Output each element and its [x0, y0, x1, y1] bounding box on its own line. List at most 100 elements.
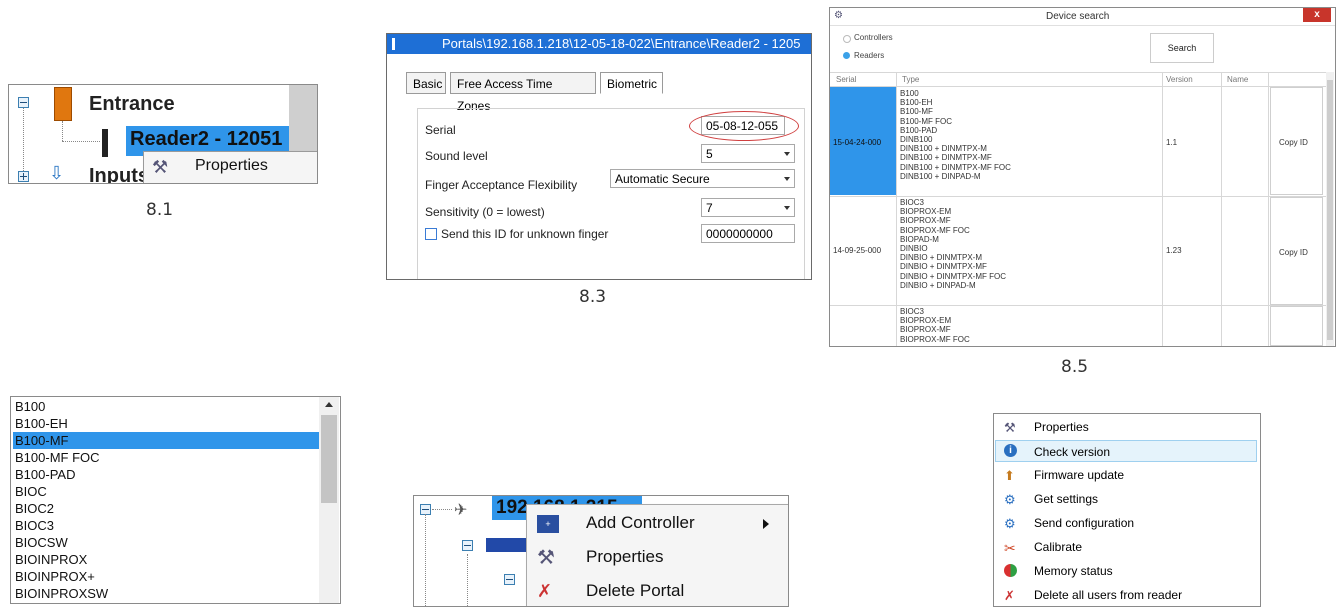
type-line: BIOPAD-M	[900, 234, 939, 244]
list-item[interactable]: B100	[13, 398, 319, 415]
menu-item-label: Properties	[1034, 420, 1089, 434]
scrollbar[interactable]	[1326, 72, 1334, 346]
grid-line	[830, 305, 1326, 306]
type-line: BIOPROX-EM	[900, 207, 952, 217]
sound-level-label: Sound level	[425, 149, 488, 163]
type-line: BIOC3	[900, 198, 925, 207]
copy-id-label: Copy ID	[1279, 248, 1308, 257]
context-menu-8-1: ⚒ Properties	[143, 151, 317, 183]
list-item[interactable]: BIOC2	[13, 500, 319, 517]
tree-connector	[432, 509, 452, 510]
caption-8-3: 8.3	[579, 287, 607, 307]
type-line: BIOC3	[900, 307, 925, 316]
search-button[interactable]: Search	[1150, 33, 1214, 63]
app-icon	[392, 38, 395, 50]
type-line: BIOPROX-MF FOC	[900, 334, 970, 344]
menu-item-delete-all-users[interactable]: ✗ Delete all users from reader	[995, 584, 1257, 606]
row2-types: BIOC3 BIOPROX-EM BIOPROX-MF BIOPROX-MF F…	[900, 198, 1006, 290]
finger-flex-label: Finger Acceptance Flexibility	[425, 178, 578, 192]
menu-item-calibrate[interactable]: ✂ Calibrate	[995, 536, 1257, 558]
tools-icon: ⚒	[1004, 420, 1016, 435]
device-search-title: Device search	[1046, 11, 1110, 22]
col-serial: Serial	[836, 75, 857, 84]
row1-serial: 15-04-24-000	[833, 138, 882, 147]
tab-biometric[interactable]: Biometric	[600, 72, 663, 94]
menu-item-send-configuration[interactable]: ⚙ Send configuration	[995, 512, 1257, 534]
copy-id-button[interactable]: Copy ID	[1270, 197, 1323, 305]
tree-node-entrance[interactable]: Entrance	[89, 93, 175, 116]
unknown-finger-id-field[interactable]: 0000000000	[701, 224, 795, 243]
collapse-toggle-entrance[interactable]	[18, 97, 29, 108]
tree-node-inputs[interactable]: Inputs	[89, 165, 149, 183]
scroll-up-icon[interactable]	[325, 402, 333, 407]
caption-8-1: 8.1	[146, 200, 174, 220]
expand-toggle-inputs[interactable]	[18, 171, 29, 182]
tools-icon: ⚒	[537, 547, 555, 569]
type-line: DINB100 + DINMTPX-M	[900, 144, 987, 154]
scrollbar[interactable]	[319, 397, 339, 603]
tree-connector	[62, 141, 100, 142]
submenu-arrow-icon	[763, 519, 769, 529]
list-item[interactable]: BIOCSW	[13, 534, 319, 551]
tree-connector	[23, 103, 24, 175]
type-line: B100-EH	[900, 98, 933, 108]
reader-type-list: B100 B100-EH B100-MF B100-MF FOC B100-PA…	[10, 396, 341, 604]
sound-level-select[interactable]: 5	[701, 144, 795, 163]
tab-free-access-time-zones[interactable]: Free Access Time Zones	[450, 72, 596, 113]
collapse-toggle-door[interactable]	[504, 574, 515, 585]
tree-node-reader-label: Reader2 - 12051	[130, 128, 283, 150]
delete-users-icon: ✗	[1004, 588, 1015, 603]
radio-readers[interactable]	[843, 52, 850, 59]
type-line: DINBIO	[900, 244, 928, 254]
list-item[interactable]: B100-EH	[13, 415, 319, 432]
send-configuration-icon: ⚙	[1004, 516, 1016, 531]
menu-item-delete-portal[interactable]: Delete Portal	[586, 581, 684, 601]
tree-connector	[62, 121, 63, 141]
menu-item-memory-status[interactable]: Memory status	[995, 560, 1257, 582]
chevron-down-icon	[784, 177, 790, 181]
menu-item-get-settings[interactable]: ⚙ Get settings	[995, 488, 1257, 510]
scrollbar-thumb[interactable]	[1327, 80, 1333, 340]
list-item[interactable]: B100-PAD	[13, 466, 319, 483]
close-button[interactable]: x	[1303, 8, 1331, 22]
scrollbar-thumb[interactable]	[321, 415, 337, 503]
unknown-finger-checkbox[interactable]	[425, 228, 437, 240]
menu-item-firmware-update[interactable]: ⬆ Firmware update	[995, 464, 1257, 486]
copy-id-button[interactable]	[1270, 306, 1323, 346]
list-item[interactable]: BIOINPROXSW	[13, 585, 319, 602]
collapse-toggle-controller[interactable]	[462, 540, 473, 551]
type-line: DINBIO + DINPAD-M	[900, 280, 976, 290]
menu-item-label: Memory status	[1034, 564, 1113, 578]
list-item-selected[interactable]: B100-MF	[13, 432, 319, 449]
copy-id-button[interactable]: Copy ID	[1270, 87, 1323, 195]
finger-flex-select[interactable]: Automatic Secure	[610, 169, 795, 188]
list-item[interactable]: BIOC	[13, 483, 319, 500]
type-line: BIOPROX-MF FOC	[900, 225, 970, 235]
sensitivity-value: 7	[706, 201, 713, 215]
menu-item-add-controller[interactable]: Add Controller	[586, 513, 695, 533]
list-item[interactable]: BIOC3	[13, 517, 319, 534]
radio-controllers[interactable]	[843, 35, 851, 43]
reader-context-menu: ⚒ Properties i Check version ⬆ Firmware …	[993, 413, 1261, 607]
type-line: BIOPROX-MF	[900, 325, 951, 335]
type-line: BIOPROX-EM	[900, 316, 952, 326]
col-type: Type	[902, 75, 920, 84]
tab-basic[interactable]: Basic	[406, 72, 446, 94]
finger-flex-value: Automatic Secure	[615, 172, 710, 186]
type-line: B100	[900, 89, 919, 98]
list-item[interactable]: B100-MF FOC	[13, 449, 319, 466]
grid-line	[830, 196, 1326, 197]
menu-item-label: Check version	[1034, 445, 1111, 459]
sound-level-value: 5	[706, 147, 713, 161]
type-line: DINB100 + DINMTPX-MF	[900, 153, 992, 163]
menu-item-properties[interactable]: Properties	[586, 547, 663, 567]
menu-item-check-version[interactable]: i Check version	[995, 440, 1257, 462]
list-item[interactable]: BIOINPROX	[13, 551, 319, 568]
sensitivity-select[interactable]: 7	[701, 198, 795, 217]
row2-version: 1.23	[1166, 246, 1182, 255]
device-search-window: ⚙ Device search x Controllers Readers Se…	[829, 7, 1336, 347]
menu-item-properties[interactable]: Properties	[195, 157, 268, 175]
menu-item-properties[interactable]: ⚒ Properties	[995, 416, 1257, 438]
serial-highlight-ellipse	[689, 111, 799, 141]
list-item[interactable]: BIOINPROX+	[13, 568, 319, 585]
